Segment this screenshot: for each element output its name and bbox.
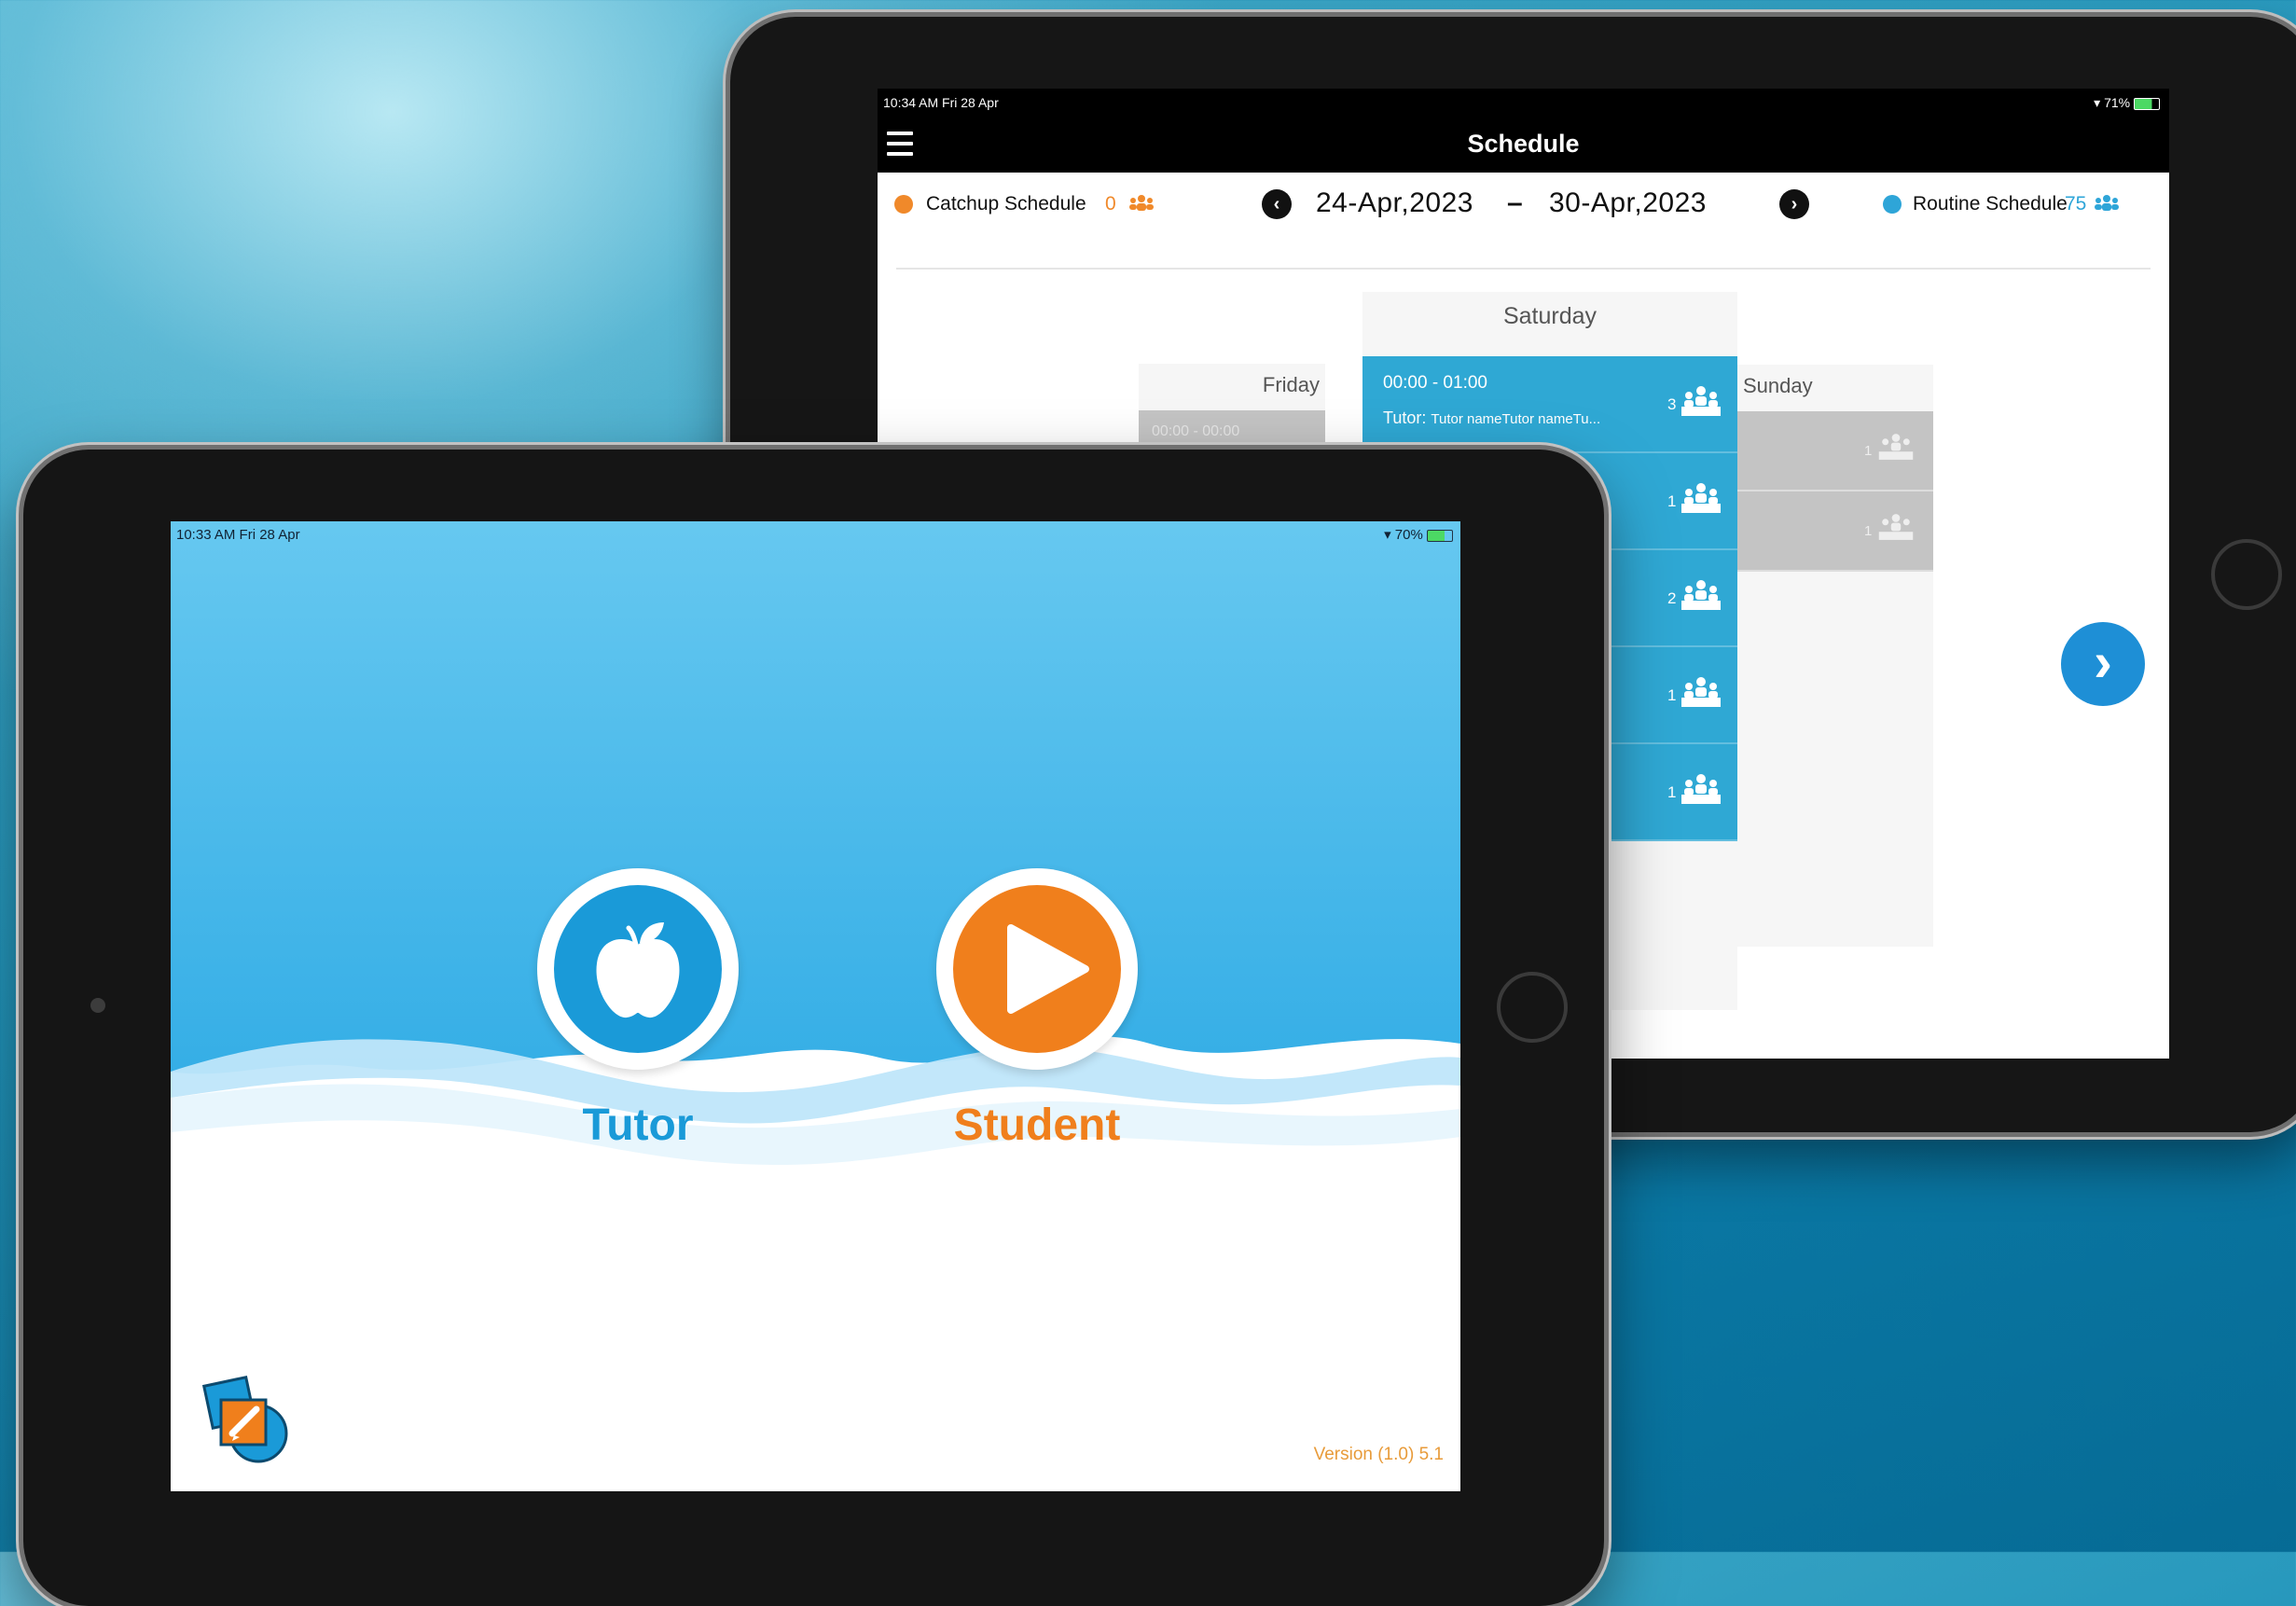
saturday-slot[interactable]: 00:00 - 01:00 Tutor: Tutor nameTutor nam…	[1362, 356, 1737, 453]
home-button[interactable]	[1497, 972, 1568, 1043]
status-time: 10:33 AM Fri 28 Apr	[176, 527, 300, 543]
catchup-count: 0	[1105, 193, 1116, 215]
version-text: Version (1.0) 5.1	[1313, 1445, 1444, 1464]
prev-week-button[interactable]: ‹	[1262, 189, 1292, 219]
date-start: 24-Apr,2023	[1316, 187, 1473, 218]
status-right: ▾ 70%	[1384, 521, 1453, 549]
tutor-label[interactable]: Tutor	[498, 1100, 778, 1151]
camera-dot	[90, 998, 105, 1013]
student-circle	[953, 885, 1121, 1053]
status-bar: 10:34 AM Fri 28 Apr ▾ 71%	[878, 89, 2169, 117]
status-time: 10:34 AM Fri 28 Apr	[883, 95, 999, 110]
students-icon	[1878, 434, 1914, 460]
next-week-button[interactable]: ›	[1779, 189, 1809, 219]
sunday-label: Sunday	[1743, 374, 1813, 397]
sky-wave-background	[171, 521, 1460, 1491]
tutor-role-button[interactable]	[537, 868, 739, 1070]
routine-dot-icon	[1883, 195, 1902, 214]
tablet-front: 10:33 AM Fri 28 Apr ▾ 70% Tutor Student …	[23, 450, 1604, 1606]
wifi-icon: ▾	[2094, 95, 2101, 110]
date-end: 30-Apr,2023	[1549, 187, 1707, 218]
battery-level: 71%	[2104, 95, 2131, 110]
toolbar-divider	[896, 268, 2151, 270]
battery-icon	[1427, 529, 1453, 542]
app-logo-icon	[201, 1375, 288, 1463]
schedule-toolbar: Catchup Schedule 0 ‹ 24-Apr,2023 – 30-Ap…	[878, 173, 2169, 238]
students-icon	[1878, 514, 1914, 540]
play-icon	[1007, 924, 1089, 1014]
page-title: Schedule	[1467, 130, 1580, 158]
students-icon	[1681, 774, 1721, 804]
catchup-people-icon	[1129, 195, 1154, 211]
saturday-label: Saturday	[1502, 303, 1598, 329]
status-right: ▾ 71%	[2094, 89, 2160, 117]
routine-count: 75	[2065, 193, 2087, 215]
wifi-icon: ▾	[1384, 527, 1391, 543]
routine-label: Routine Schedule	[1913, 193, 2068, 215]
students-icon	[1681, 580, 1721, 610]
role-select-screen: 10:33 AM Fri 28 Apr ▾ 70% Tutor Student …	[171, 521, 1460, 1491]
friday-column: Friday 00:00 - 00:00	[1139, 364, 1325, 466]
catchup-label: Catchup Schedule	[926, 193, 1086, 215]
status-bar: 10:33 AM Fri 28 Apr ▾ 70%	[171, 521, 1460, 549]
sunday-slot[interactable]: 1	[1737, 491, 1933, 572]
student-role-button[interactable]	[936, 868, 1138, 1070]
catchup-dot-icon	[894, 195, 913, 214]
sunday-column: Sunday 1 1	[1737, 365, 1933, 947]
apple-icon	[596, 922, 680, 1018]
students-icon	[1681, 483, 1721, 513]
students-icon	[1681, 386, 1721, 416]
battery-icon	[2134, 97, 2160, 110]
friday-label: Friday	[1262, 373, 1320, 396]
sunday-slot[interactable]: 1	[1737, 411, 1933, 491]
next-page-button[interactable]: ›	[2061, 622, 2145, 706]
student-label[interactable]: Student	[897, 1100, 1177, 1151]
date-separator: –	[1507, 187, 1524, 218]
students-icon	[1681, 677, 1721, 707]
battery-level: 70%	[1394, 527, 1423, 543]
routine-people-icon	[2095, 195, 2119, 211]
home-button[interactable]	[2211, 539, 2282, 610]
nav-bar: Schedule	[878, 117, 2169, 173]
tutor-circle	[554, 885, 722, 1053]
